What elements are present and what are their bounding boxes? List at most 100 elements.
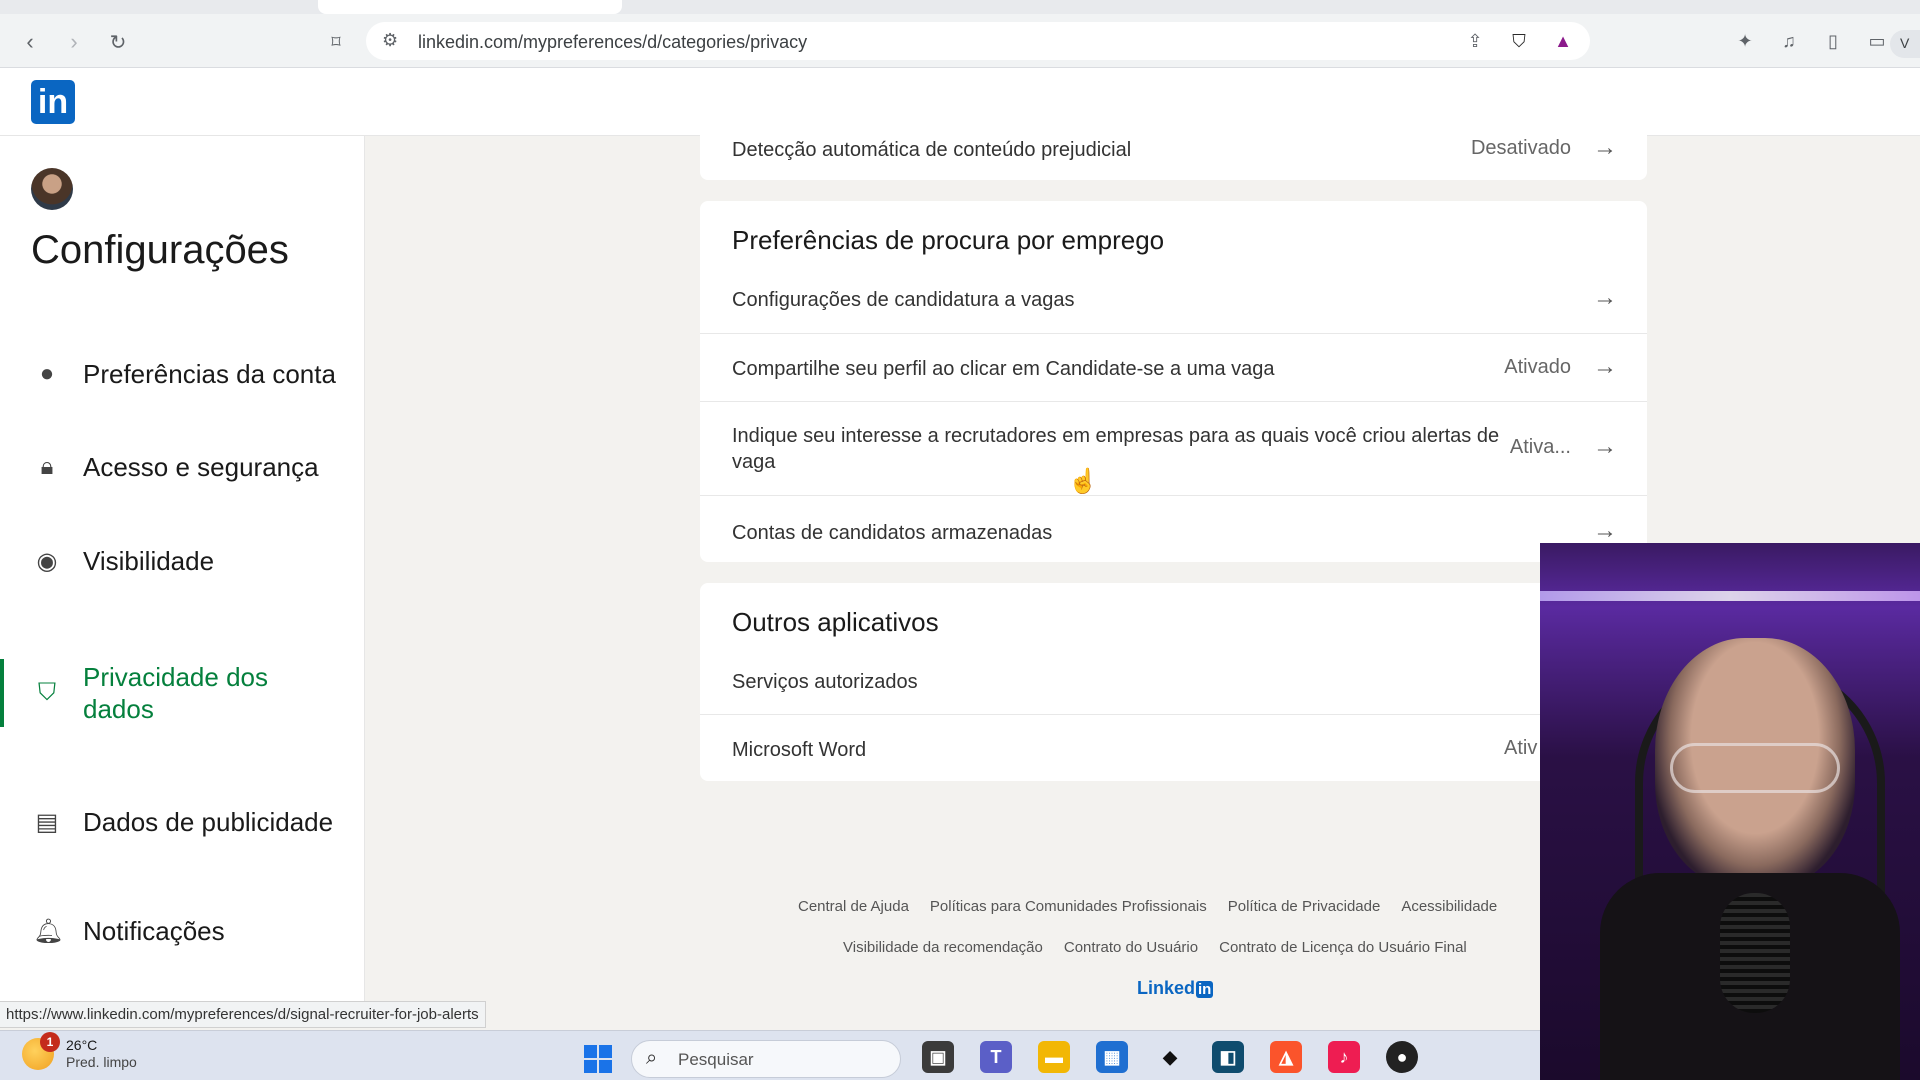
weather-description: Pred. limpo	[66, 1054, 137, 1070]
notification-badge: 1	[40, 1032, 60, 1052]
sidebar-item-account-preferences[interactable]: ● Preferências da conta	[0, 342, 365, 406]
footer-link-privacy-policy[interactable]: Política de Privacidade	[1228, 898, 1381, 915]
linkedin-logo[interactable]: in	[31, 80, 75, 124]
arrow-right-icon: →	[1593, 134, 1617, 161]
store-icon[interactable]: ▦	[1096, 1041, 1128, 1073]
arrow-right-icon: →	[1593, 284, 1617, 311]
settings-sidebar: Configurações ● Preferências da conta 🔒︎…	[0, 136, 365, 1006]
brave-rewards-icon[interactable]: ▲	[1550, 28, 1576, 54]
reload-icon[interactable]: ↻	[104, 28, 132, 56]
site-info-icon[interactable]: ⚙	[382, 30, 398, 51]
setting-value: Ativado	[1504, 356, 1571, 378]
setting-row-application-settings[interactable]: Configurações de candidatura a vagas →	[700, 265, 1647, 333]
weather-sun-icon: 1	[22, 1032, 60, 1070]
vpn-button[interactable]: V	[1890, 30, 1920, 58]
job-preferences-card: Preferências de procura por emprego Conf…	[700, 201, 1647, 562]
file-explorer-icon[interactable]: ▬	[1038, 1041, 1070, 1073]
arrow-right-icon: →	[1593, 433, 1617, 460]
webcam-overlay	[1540, 543, 1920, 1080]
taskbar-search[interactable]: ⌕ Pesquisar	[631, 1040, 901, 1078]
teams-icon[interactable]: T	[980, 1041, 1012, 1073]
newspaper-icon: ▤	[35, 808, 59, 836]
sidebar-item-data-privacy[interactable]: ⛉ Privacidade dos dados	[0, 661, 365, 725]
sidebar-item-label: Preferências da conta	[83, 359, 336, 389]
brave-shields-icon[interactable]: ⛉	[1506, 28, 1532, 54]
setting-label: Indique seu interesse a recrutadores em …	[732, 425, 1500, 473]
bell-icon: 🔔︎	[33, 917, 64, 945]
footer-link-recommendation-transparency[interactable]: Visibilidade da recomendação	[843, 939, 1043, 956]
setting-row-signal-recruiters[interactable]: Indique seu interesse a recrutadores em …	[700, 401, 1647, 495]
footer-brand-text: Linked	[1137, 978, 1196, 998]
weather-temperature: 26°C	[66, 1037, 98, 1053]
hand-cursor-icon: ☝	[1068, 468, 1098, 495]
browser-toolbar: ‹ › ↻ ⌑ ⚙ linkedin.com/mypreferences/d/c…	[0, 14, 1920, 68]
other-apps-card: Outros aplicativos Serviços autorizados …	[700, 583, 1647, 781]
page-title: Configurações	[31, 228, 289, 272]
sidebar-item-sign-in-security[interactable]: 🔒︎ Acesso e segurança	[0, 447, 365, 487]
sidebar-item-label: Notificações	[83, 916, 225, 946]
search-placeholder: Pesquisar	[678, 1050, 754, 1069]
sidebar-item-label: Dados de publicidade	[83, 807, 334, 837]
footer-link-user-agreement[interactable]: Contrato do Usuário	[1064, 939, 1198, 956]
sidebar-item-label: Privacidade dos dados	[83, 662, 268, 724]
footer-link-help[interactable]: Central de Ajuda	[798, 898, 909, 915]
wallet-icon[interactable]: ▭	[1864, 28, 1890, 54]
glasses	[1670, 743, 1840, 793]
sidebar-item-label: Acesso e segurança	[83, 452, 319, 482]
tab-strip	[0, 0, 1920, 14]
back-icon[interactable]: ‹	[16, 28, 44, 56]
address-bar[interactable]: ⚙ linkedin.com/mypreferences/d/categorie…	[366, 22, 1590, 60]
setting-value: Desativado	[1470, 137, 1571, 159]
setting-row-harmful-content[interactable]: Detecção automática de conteúdo prejudic…	[700, 120, 1647, 180]
obs-icon[interactable]: ●	[1386, 1041, 1418, 1073]
app-icon[interactable]: ◧	[1212, 1041, 1244, 1073]
eye-icon: ◉	[36, 547, 58, 575]
footer-link-accessibility[interactable]: Acessibilidade	[1401, 898, 1497, 915]
footer-links-row-2: Visibilidade da recomendação Contrato do…	[843, 939, 1467, 956]
setting-row-microsoft-word[interactable]: Microsoft Word Ativ	[700, 714, 1647, 781]
microphone	[1720, 893, 1790, 1013]
search-icon: ⌕	[646, 1047, 658, 1069]
footer-link-community-policies[interactable]: Políticas para Comunidades Profissionais	[930, 898, 1207, 915]
task-view-icon[interactable]: ▣	[922, 1041, 954, 1073]
led-light	[1540, 591, 1920, 601]
weather-widget[interactable]: 1 26°C Pred. limpo	[22, 1032, 137, 1071]
setting-row-share-profile[interactable]: Compartilhe seu perfil ao clicar em Cand…	[700, 333, 1647, 401]
footer-linkedin-logo: Linked in	[1137, 978, 1214, 999]
setting-label: Serviços autorizados	[732, 671, 918, 693]
setting-label: Contas de candidatos armazenadas	[732, 522, 1053, 544]
tiktok-icon[interactable]: ♪	[1328, 1041, 1360, 1073]
footer-links-row-1: Central de Ajuda Políticas para Comunida…	[798, 898, 1497, 915]
sidebar-item-notifications[interactable]: 🔔︎ Notificações	[0, 911, 365, 951]
privacy-card-partial: Detecção automática de conteúdo prejudic…	[700, 120, 1647, 180]
footer-brand-in: in	[1196, 981, 1214, 998]
sidebar-item-visibility[interactable]: ◉ Visibilidade	[0, 541, 365, 581]
person-icon: ●	[39, 360, 55, 387]
status-bar-url: https://www.linkedin.com/mypreferences/d…	[0, 1001, 486, 1028]
shield-icon: ⛉	[38, 679, 56, 706]
media-icon[interactable]: ♫	[1776, 28, 1802, 54]
arrow-right-icon: →	[1593, 517, 1617, 544]
windows-taskbar: 1 26°C Pred. limpo ⌕ Pesquisar ▣ T ▬ ▦ ◆…	[0, 1030, 1540, 1080]
active-tab[interactable]	[318, 0, 622, 14]
bookmark-icon[interactable]: ⌑	[322, 28, 350, 56]
arrow-right-icon: →	[1593, 353, 1617, 380]
sidebar-item-advertising-data[interactable]: ▤ Dados de publicidade	[0, 790, 365, 854]
dropbox-icon[interactable]: ◆	[1154, 1041, 1186, 1073]
url-text[interactable]: linkedin.com/mypreferences/d/categories/…	[418, 32, 807, 53]
forward-icon[interactable]: ›	[60, 28, 88, 56]
sidebar-toggle-icon[interactable]: ▯	[1820, 28, 1846, 54]
setting-value: Ativ	[1504, 737, 1538, 759]
setting-row-authorized-services[interactable]: Serviços autorizados	[700, 647, 1647, 714]
section-title: Outros aplicativos	[732, 607, 939, 637]
footer-link-eula[interactable]: Contrato de Licença do Usuário Final	[1219, 939, 1467, 956]
setting-row-stored-accounts[interactable]: Contas de candidatos armazenadas →	[700, 495, 1647, 562]
setting-label: Detecção automática de conteúdo prejudic…	[732, 139, 1132, 161]
brave-browser-icon[interactable]: ◮	[1270, 1041, 1302, 1073]
windows-start-icon[interactable]	[584, 1045, 612, 1073]
extensions-icon[interactable]: ✦	[1732, 28, 1758, 54]
setting-label: Configurações de candidatura a vagas	[732, 289, 1075, 311]
avatar[interactable]	[31, 168, 73, 210]
sidebar-item-label: Visibilidade	[83, 546, 215, 576]
share-icon[interactable]: ⇪	[1462, 28, 1488, 54]
